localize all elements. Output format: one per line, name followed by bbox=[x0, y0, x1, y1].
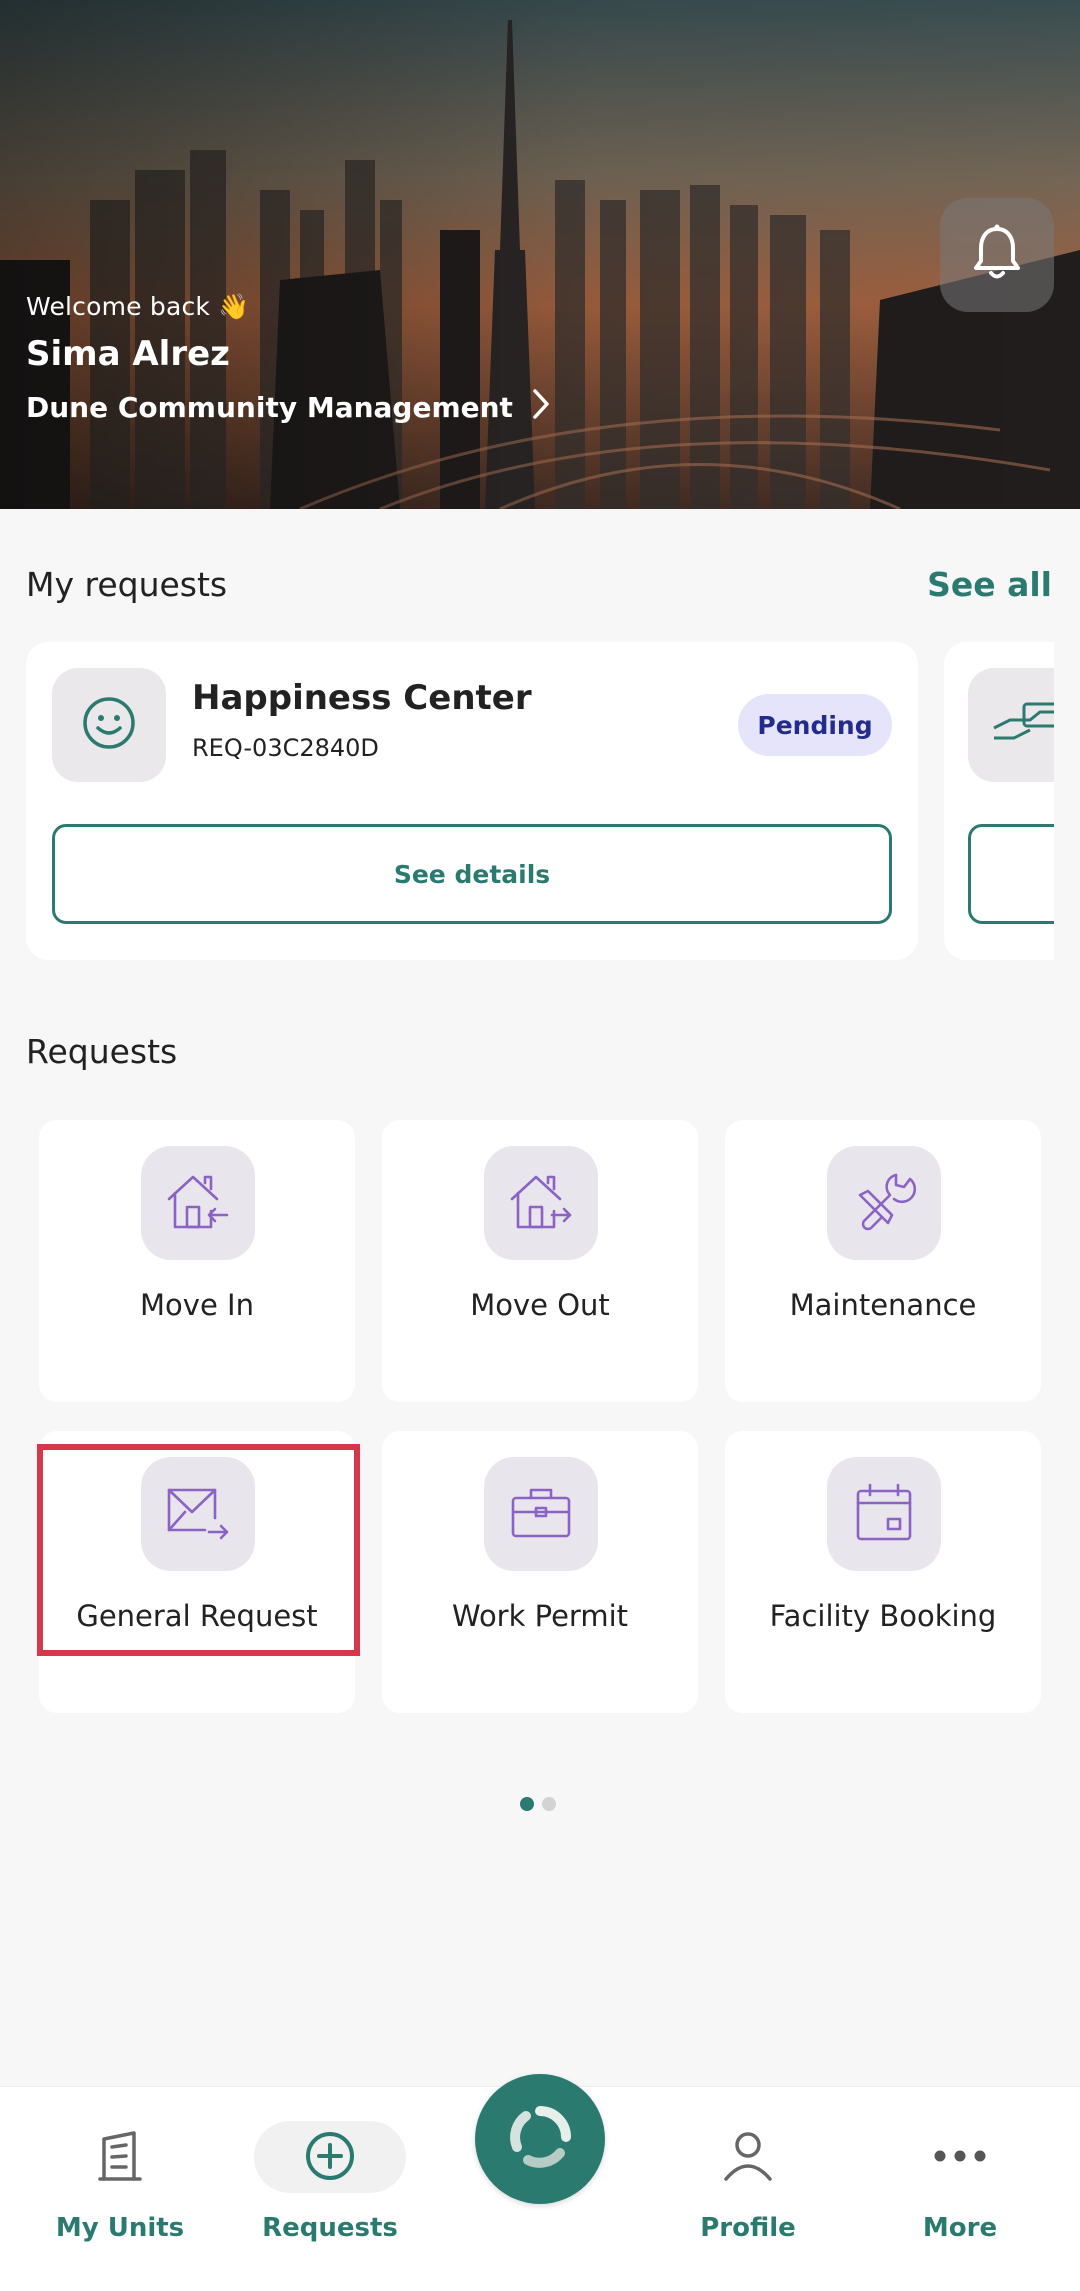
nav-label: More bbox=[922, 2213, 998, 2243]
hero-banner: Welcome back 👋 Sima Alrez Dune Community… bbox=[0, 0, 1080, 509]
chevron-right-icon bbox=[531, 388, 551, 427]
see-details-button[interactable]: See details bbox=[52, 824, 892, 924]
page-dot-active bbox=[520, 1797, 534, 1811]
request-title: Happiness Center bbox=[192, 678, 532, 718]
selection-highlight bbox=[37, 1444, 360, 1656]
nav-label: Requests bbox=[262, 2213, 398, 2243]
nav-my-units[interactable]: My Units bbox=[20, 2087, 220, 2291]
nav-profile[interactable]: Profile bbox=[648, 2087, 848, 2291]
notifications-button[interactable] bbox=[940, 198, 1054, 312]
nav-more[interactable]: More bbox=[860, 2087, 1060, 2291]
person-icon bbox=[721, 2129, 775, 2187]
icon-box bbox=[484, 1457, 598, 1571]
community-name: Dune Community Management bbox=[26, 391, 513, 424]
nav-label: My Units bbox=[55, 2213, 185, 2243]
more-dots-icon bbox=[933, 2129, 987, 2187]
page-indicator bbox=[520, 1797, 556, 1811]
request-icon-box bbox=[52, 668, 166, 782]
page-dot bbox=[542, 1797, 556, 1811]
request-type-facility-booking[interactable]: Facility Booking bbox=[725, 1431, 1041, 1713]
community-link[interactable]: Dune Community Management bbox=[26, 388, 551, 427]
request-type-move-out[interactable]: Move Out bbox=[382, 1120, 698, 1402]
home-center-button[interactable] bbox=[475, 2074, 605, 2204]
user-name: Sima Alrez bbox=[26, 334, 230, 374]
request-type-move-in[interactable]: Move In bbox=[39, 1120, 355, 1402]
request-type-work-permit[interactable]: Work Permit bbox=[382, 1431, 698, 1713]
smiley-icon bbox=[81, 695, 137, 755]
welcome-text: Welcome back 👋 bbox=[26, 292, 250, 321]
calendar-icon bbox=[854, 1481, 914, 1547]
briefcase-icon bbox=[509, 1484, 573, 1544]
nav-label: Profile bbox=[700, 2213, 796, 2243]
icon-box bbox=[827, 1146, 941, 1260]
bell-icon bbox=[971, 223, 1023, 287]
icon-box bbox=[141, 1146, 255, 1260]
request-id: REQ-03C2840D bbox=[192, 734, 379, 762]
request-type-label: Move In bbox=[140, 1288, 254, 1322]
plus-circle-icon bbox=[303, 2129, 357, 2187]
request-card-next[interactable] bbox=[944, 642, 1054, 960]
nav-requests[interactable]: Requests bbox=[230, 2087, 430, 2291]
request-card[interactable]: Happiness Center REQ-03C2840D Pending Se… bbox=[26, 642, 918, 960]
request-type-label: Work Permit bbox=[451, 1599, 629, 1633]
app-logo-icon bbox=[508, 2105, 572, 2173]
request-type-maintenance[interactable]: Maintenance bbox=[725, 1120, 1041, 1402]
building-icon bbox=[96, 2129, 144, 2187]
request-type-label: Maintenance bbox=[789, 1288, 977, 1322]
requests-title: Requests bbox=[26, 1032, 178, 1071]
request-type-label: Facility Booking bbox=[769, 1599, 997, 1633]
hand-card-icon bbox=[990, 698, 1054, 752]
move-out-icon bbox=[508, 1171, 574, 1235]
icon-box bbox=[484, 1146, 598, 1260]
status-badge: Pending bbox=[738, 694, 892, 756]
request-icon-box bbox=[968, 668, 1054, 782]
request-type-label: Move Out bbox=[470, 1288, 610, 1322]
icon-box bbox=[827, 1457, 941, 1571]
see-details-button[interactable] bbox=[968, 824, 1054, 924]
maintenance-icon bbox=[852, 1169, 917, 1237]
my-requests-title: My requests bbox=[26, 565, 228, 604]
hero-overlay bbox=[0, 0, 1080, 509]
move-in-icon bbox=[165, 1171, 231, 1235]
see-all-link[interactable]: See all bbox=[927, 565, 1052, 604]
